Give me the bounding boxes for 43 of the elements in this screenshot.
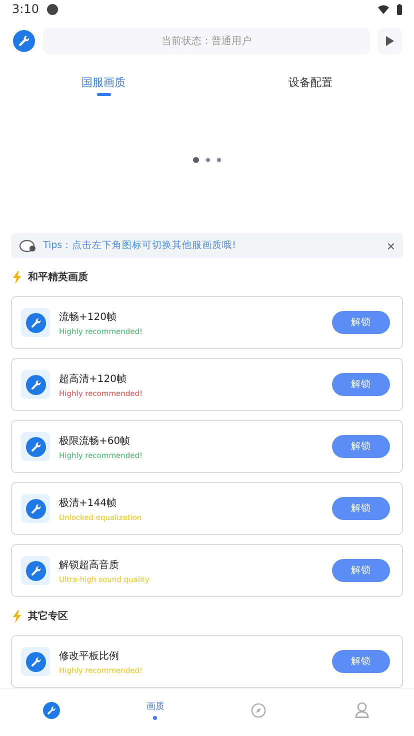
close-button[interactable]: × [386, 238, 395, 254]
battery-icon [397, 4, 402, 14]
wifi-icon [378, 4, 389, 14]
wrench-icon [13, 30, 35, 52]
active-dot [153, 716, 158, 720]
wrench-icon [26, 436, 46, 456]
section-title: 其它专区 [28, 609, 68, 623]
unlock-button[interactable]: 解锁 [332, 373, 390, 396]
unlock-button[interactable]: 解锁 [332, 559, 390, 582]
carousel-dot[interactable] [193, 156, 199, 162]
wrench-icon [26, 560, 46, 580]
wrench-icon [26, 498, 46, 518]
tab[interactable]: 国服画质 [0, 68, 207, 96]
tab-label: 画质 [146, 700, 164, 713]
tab[interactable]: 设备配置 [207, 68, 414, 96]
lightning-icon [12, 270, 22, 284]
wrench-icon [43, 702, 60, 718]
tips-text: Tips：点击左下角图标可切换其他服画质哦! [43, 239, 237, 252]
section-title: 和平精英画质 [28, 270, 88, 284]
wrench-icon [26, 374, 46, 394]
quality-tab[interactable]: 画质 [104, 695, 207, 725]
card-title: 修改平板比例 [59, 650, 120, 662]
unlock-button[interactable]: 解锁 [332, 435, 390, 458]
notification-dot-icon [46, 4, 58, 14]
card-title: 超高清+120帧 [59, 372, 128, 386]
card-title: 极限流畅+60帧 [59, 434, 132, 448]
carousel-dot[interactable] [217, 158, 221, 162]
unlock-button[interactable]: 解锁 [332, 311, 390, 334]
status-time: 3:10 [12, 2, 39, 16]
card-title: 流畅+120帧 [59, 310, 118, 324]
status-field: 当前状态：普通用户 [43, 28, 370, 54]
wrench-icon [26, 652, 46, 672]
wrench-icon [26, 312, 46, 332]
card-title: 极清+144帧 [59, 496, 118, 510]
play-icon [386, 36, 394, 46]
compass-icon [251, 702, 266, 718]
unlock-button[interactable]: 解锁 [332, 497, 390, 520]
user-icon [355, 702, 370, 718]
lightning-icon [12, 610, 22, 622]
carousel-dot[interactable] [206, 158, 210, 162]
play-button[interactable] [378, 28, 402, 54]
card-title: 解锁超高音质 [59, 558, 120, 572]
unlock-button[interactable]: 解锁 [332, 650, 390, 673]
